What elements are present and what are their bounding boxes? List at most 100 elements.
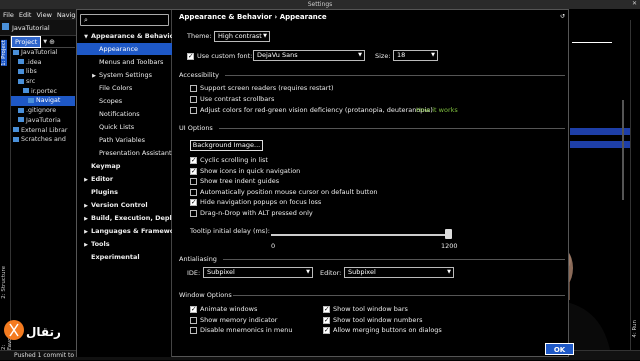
option-checkbox[interactable] (323, 305, 330, 313)
background-image-button[interactable]: Background Image... (190, 140, 263, 151)
folder-icon (18, 78, 24, 84)
menu-view[interactable]: View (36, 11, 51, 19)
settings-nav-label: Quick Lists (99, 123, 135, 131)
option-label: Use contrast scrollbars (200, 95, 275, 103)
tree-item-label: External Librar (21, 126, 68, 134)
ide-antialiasing-select[interactable]: Subpixel ▼ (203, 267, 313, 278)
editor-antialiasing-select[interactable]: Subpixel ▼ (344, 267, 454, 278)
option-checkbox[interactable] (190, 188, 197, 196)
custom-font-value: DejaVu Sans (257, 51, 298, 59)
option-checkbox[interactable] (190, 209, 197, 217)
settings-nav-label: Path Variables (99, 136, 146, 144)
settings-nav-item[interactable]: ▼ Appearance & Behavior (77, 30, 172, 42)
settings-nav-label: Keymap (91, 162, 121, 170)
settings-nav-item[interactable]: ▶ Languages & Framewor (77, 225, 172, 237)
settings-nav-item[interactable]: Appearance (77, 43, 172, 55)
tree-item[interactable]: Scratches and (11, 135, 75, 145)
tree-item[interactable]: JavaTutoria (11, 116, 75, 126)
tree-item-label: Scratches and (21, 136, 66, 144)
settings-nav-item[interactable]: Menus and Toolbars (77, 56, 172, 68)
option-label: Show memory indicator (200, 315, 278, 324)
settings-nav-item[interactable]: Presentation Assistant (77, 147, 172, 159)
chevron-down-icon[interactable]: ▼ (43, 39, 47, 45)
option-checkbox[interactable] (190, 167, 197, 175)
tree-item[interactable]: libs (11, 67, 75, 77)
theme-value: High contrast (218, 32, 262, 40)
option-checkbox[interactable] (190, 107, 197, 114)
option-label: Allow merging buttons on dialogs (333, 326, 442, 334)
use-custom-font-checkbox[interactable] (187, 52, 194, 60)
tool-tab-run[interactable]: 4: Run (632, 320, 638, 338)
tree-item-label: .gitignore (26, 107, 57, 115)
tree-item-label: libs (26, 68, 37, 76)
tree-item[interactable]: Navigat (11, 96, 75, 107)
tool-tab-structure[interactable]: 2: Structure (1, 266, 7, 299)
tree-item-label: Navigat (36, 97, 61, 105)
folder-icon (18, 117, 24, 123)
settings-nav-item[interactable]: ▶ Tools (77, 238, 172, 250)
option-checkbox[interactable] (323, 316, 330, 324)
option-checkbox[interactable] (190, 156, 197, 164)
chevron-down-icon: ▼ (358, 52, 362, 58)
tooltip-delay-slider[interactable] (271, 234, 449, 236)
tree-item[interactable]: .idea (11, 58, 75, 68)
editor-scrollbar[interactable] (622, 100, 624, 200)
option-checkbox[interactable] (190, 305, 197, 313)
chevron-right-icon: ▶ (84, 229, 88, 235)
tree-item[interactable]: JavaTutorial (11, 48, 75, 58)
settings-nav-item[interactable]: ▶ Editor (77, 173, 172, 185)
option-checkbox[interactable] (190, 85, 197, 92)
settings-nav-label: Presentation Assistant (99, 149, 172, 157)
editor-highlight (570, 128, 630, 135)
ok-button[interactable]: OK (545, 343, 574, 355)
settings-nav-item[interactable]: Scopes (77, 95, 172, 107)
menu-file[interactable]: File (3, 11, 14, 19)
option-checkbox[interactable] (190, 327, 197, 334)
settings-nav-item[interactable]: Quick Lists (77, 121, 172, 133)
option-checkbox[interactable] (190, 198, 197, 206)
how-it-works-link[interactable]: How it works (416, 106, 458, 114)
tree-item-label: src (26, 78, 36, 86)
tree-item[interactable]: External Librar (11, 126, 75, 136)
tree-item-label: .idea (26, 58, 42, 66)
window-close-icon[interactable]: ✕ (632, 0, 637, 7)
reset-icon[interactable]: ↺ (560, 13, 565, 20)
settings-nav-item[interactable]: ▶ Version Control (77, 199, 172, 211)
custom-font-select[interactable]: DejaVu Sans ▼ (253, 50, 365, 61)
option-checkbox[interactable] (190, 178, 197, 185)
settings-search-input[interactable]: ⌕ (80, 14, 169, 26)
option-checkbox[interactable] (190, 316, 197, 324)
slider-thumb[interactable] (445, 229, 452, 239)
accessibility-section-title: Accessibility (179, 71, 219, 79)
settings-nav-item[interactable]: Experimental (77, 251, 172, 263)
settings-nav-item[interactable]: ▶ System Settings (77, 69, 172, 81)
font-size-select[interactable]: 18 ▼ (393, 50, 438, 61)
option-checkbox[interactable] (190, 96, 197, 103)
settings-nav-item[interactable]: Notifications (77, 108, 172, 120)
chevron-right-icon: ▶ (84, 242, 88, 248)
option-label: Automatically position mouse cursor on d… (200, 187, 378, 196)
option-checkbox[interactable] (323, 326, 330, 334)
ide-aa-label: IDE: (187, 269, 201, 277)
settings-nav-item[interactable]: Keymap (77, 160, 172, 172)
settings-nav-item[interactable]: ▶ Build, Execution, Deploy (77, 212, 172, 224)
settings-nav-item[interactable]: Plugins (77, 186, 172, 198)
project-view-button[interactable]: Project (11, 35, 42, 48)
navbar-project[interactable]: JavaTutorial (12, 24, 50, 32)
folder-icon (18, 59, 24, 65)
tree-item[interactable]: .gitignore (11, 106, 75, 116)
tree-item[interactable]: ir.portec (11, 87, 75, 97)
settings-nav-label: System Settings (99, 71, 152, 79)
folder-icon (18, 107, 24, 113)
menu-edit[interactable]: Edit (19, 11, 32, 19)
target-icon[interactable]: ⊕ (49, 38, 55, 46)
chevron-right-icon: ▶ (84, 203, 88, 209)
settings-nav-item[interactable]: Path Variables (77, 134, 172, 146)
chevron-down-icon: ▼ (431, 52, 435, 58)
theme-select[interactable]: High contrast ▼ (214, 31, 270, 42)
status-text: Pushed 1 commit to (14, 352, 74, 359)
svg-text:پرتقال: پرتقال (26, 325, 60, 339)
settings-nav-item[interactable]: File Colors (77, 82, 172, 94)
tree-item[interactable]: src (11, 77, 75, 87)
tool-tab-project[interactable]: 1: Project (1, 40, 7, 66)
